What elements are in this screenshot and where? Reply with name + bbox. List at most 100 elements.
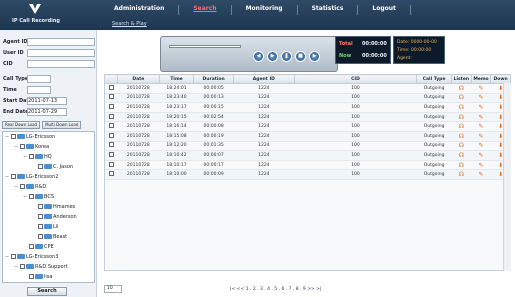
row-checkbox[interactable] [108,113,114,119]
row-checkbox[interactable] [108,84,114,90]
playback-slider[interactable] [169,45,241,48]
tree-checkbox[interactable] [11,174,16,179]
table-row[interactable]: 20110728 18:16:14 00:00:08 1224 100 Outgoing ☊… [104,121,511,132]
tree-node[interactable]: − LG-Ericsson [3,132,94,142]
tree-node[interactable]: Lil [3,222,94,232]
tree-checkbox[interactable] [38,204,43,209]
call-type-select[interactable] [27,75,51,83]
agent-id-input[interactable] [27,38,95,46]
table-row[interactable]: 20110728 18:20:15 00:02:54 1224 100 Outgoing ☊… [104,112,511,123]
headphones-icon[interactable]: ☊ [459,85,464,92]
tree-node[interactable]: − BCS [3,192,94,202]
column-header[interactable]: Agent ID [232,74,295,84]
headphones-icon[interactable]: ☊ [459,94,464,101]
headphones-icon[interactable]: ☊ [459,162,464,169]
nav-logout[interactable]: Logout [358,5,411,15]
row-checkbox[interactable] [108,142,114,148]
cid-input[interactable] [27,60,95,68]
tree-node[interactable]: − LG-Ericsson2 [3,172,94,182]
memo-pencil-icon[interactable]: ✎ [478,171,483,178]
tree-node[interactable]: − LG-Ericsson3 [3,252,94,262]
table-row[interactable]: 20110728 18:24:01 00:00:05 1224 100 Outgoing ☊… [104,83,511,94]
nav-search[interactable]: Search [179,5,232,15]
row-checkbox[interactable] [108,151,114,157]
forward-icon[interactable]: ▶ [309,51,320,62]
tree-checkbox[interactable] [29,244,34,249]
row-checkbox[interactable] [108,123,114,129]
memo-pencil-icon[interactable]: ✎ [478,114,483,121]
headphones-icon[interactable]: ☊ [459,133,464,140]
table-row[interactable]: 20110728 18:23:40 00:00:13 1224 100 Outgoing ☊… [104,93,511,104]
stop-icon[interactable]: ■ [295,51,306,62]
tree-checkbox[interactable] [38,164,43,169]
play-icon[interactable]: ▶ [267,51,278,62]
column-header[interactable]: Call Type [416,74,453,84]
real-download-button[interactable]: Real Down Load [2,121,41,129]
row-checkbox[interactable] [108,171,114,177]
tree-checkbox[interactable] [38,224,43,229]
table-scrollbar[interactable] [503,83,511,271]
nav-statistics[interactable]: Statistics [298,5,359,15]
headphones-icon[interactable]: ☊ [459,123,464,130]
memo-pencil-icon[interactable]: ✎ [478,94,483,101]
tree-checkbox[interactable] [38,234,43,239]
column-header[interactable]: Date [117,74,160,84]
memo-pencil-icon[interactable]: ✎ [478,152,483,159]
tree-checkbox[interactable] [29,194,34,199]
tree-checkbox[interactable] [11,254,16,259]
end-date-input[interactable]: 2011-07-29 [27,108,67,116]
tree-node[interactable]: Anderson [3,212,94,222]
headphones-icon[interactable]: ☊ [459,142,464,149]
memo-pencil-icon[interactable]: ✎ [478,133,483,140]
nav-monitoring[interactable]: Monitoring [232,5,298,15]
row-checkbox[interactable] [108,94,114,100]
row-checkbox[interactable] [108,161,114,167]
tree-checkbox[interactable] [20,144,25,149]
memo-pencil-icon[interactable]: ✎ [478,142,483,149]
memo-pencil-icon[interactable]: ✎ [478,162,483,169]
tree-checkbox[interactable] [38,214,43,219]
column-header[interactable]: Duration [193,74,234,84]
memo-pencil-icon[interactable]: ✎ [478,104,483,111]
table-row[interactable]: 20110728 18:10:00 00:00:09 1224 100 Outgoing ☊… [104,169,511,180]
tree-node[interactable]: − HQ [3,152,94,162]
tree-node[interactable]: Hmames [3,202,94,212]
headphones-icon[interactable]: ☊ [459,171,464,178]
tree-node[interactable]: − Korea [3,142,94,152]
nav-administration[interactable]: Administration [100,5,180,15]
start-date-input[interactable]: 2011-07-13 [27,97,67,105]
tree-checkbox[interactable] [11,134,16,139]
user-id-input[interactable] [27,49,95,57]
pause-icon[interactable]: ❚ [281,51,292,62]
tree-node[interactable]: − R&D [3,182,94,192]
column-header[interactable]: CID [293,74,418,84]
time-select[interactable] [27,86,51,94]
memo-pencil-icon[interactable]: ✎ [478,85,483,92]
headphones-icon[interactable]: ☊ [459,114,464,121]
table-row[interactable]: 20110728 18:10:17 00:00:17 1224 100 Outgoing ☊… [104,160,511,171]
table-row[interactable]: 20110728 18:10:42 00:00:07 1224 100 Outgoing ☊… [104,150,511,161]
table-row[interactable]: 20110728 18:15:08 00:00:19 1224 100 Outgoing ☊… [104,131,511,142]
multi-download-button[interactable]: Multi Down Load [42,121,82,129]
column-header[interactable]: Time [158,74,195,84]
column-header[interactable]: Listen [451,74,472,84]
headphones-icon[interactable]: ☊ [459,104,464,111]
table-row[interactable]: 20110728 18:12:20 00:01:35 1224 100 Outgoing ☊… [104,141,511,152]
page-size-select[interactable]: 10 [104,285,122,293]
column-header[interactable]: Memo [470,74,492,84]
tree-node[interactable]: − R&D Support [3,262,94,272]
tree-checkbox[interactable] [20,184,25,189]
tree-node[interactable]: C. Jason [3,162,94,172]
headphones-icon[interactable]: ☊ [459,152,464,159]
table-row[interactable]: 20110728 18:23:17 00:00:15 1224 100 Outgoing ☊… [104,102,511,113]
row-checkbox[interactable] [108,132,114,138]
search-button[interactable]: Search [27,287,67,296]
tree-node[interactable]: lisa [3,272,94,282]
tree-checkbox[interactable] [29,274,34,279]
row-checkbox[interactable] [108,103,114,109]
subnav-search-play[interactable]: Search & Play [112,21,147,27]
tree-checkbox[interactable] [20,264,25,269]
column-header[interactable] [103,74,119,84]
tree-node[interactable]: CPE [3,242,94,252]
tree-checkbox[interactable] [29,154,34,159]
